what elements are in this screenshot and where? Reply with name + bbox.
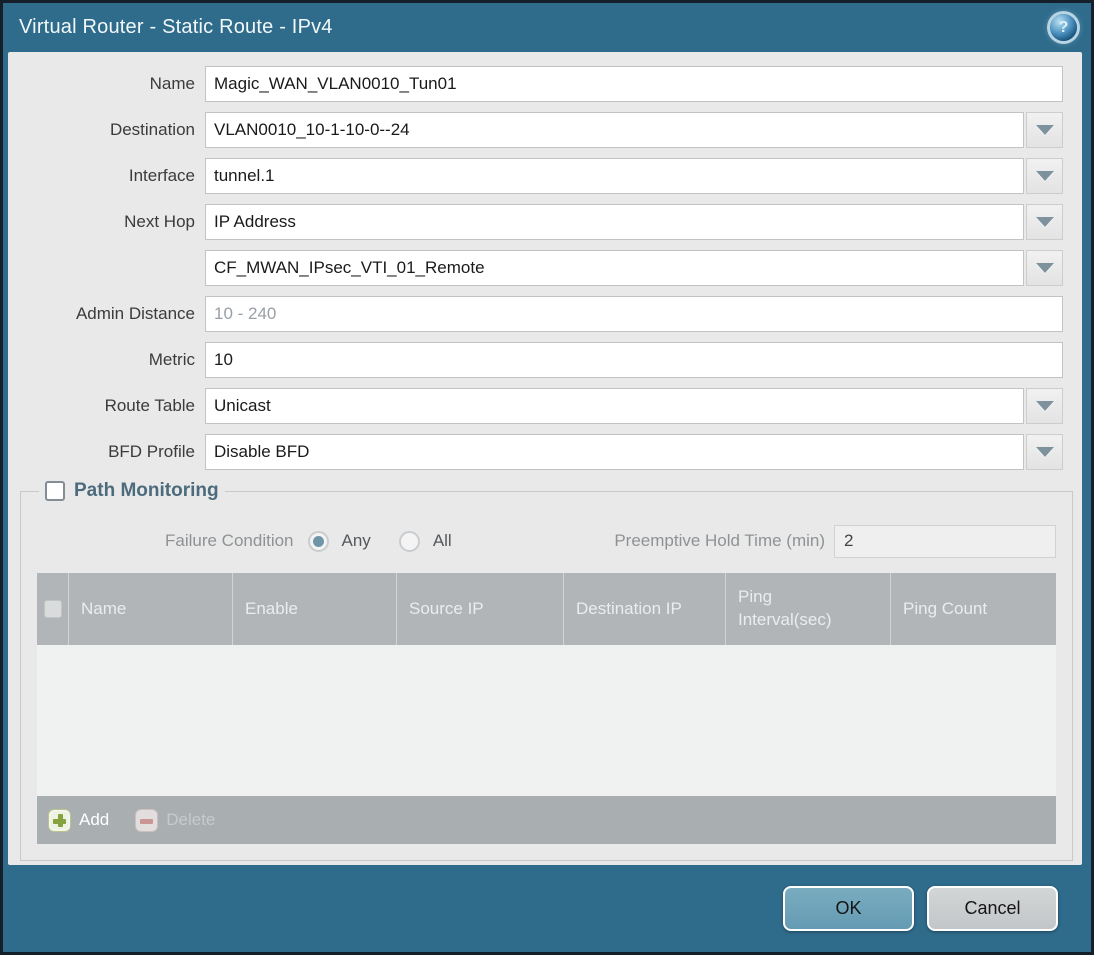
help-icon[interactable]: ? bbox=[1050, 14, 1077, 41]
interface-input[interactable] bbox=[205, 158, 1024, 194]
dialog-title: Virtual Router - Static Route - IPv4 bbox=[19, 16, 333, 38]
failure-condition-any-radio[interactable]: Any bbox=[307, 530, 371, 552]
chevron-down-icon bbox=[1035, 401, 1054, 411]
preemptive-hold-time-input[interactable] bbox=[834, 524, 1056, 558]
preemptive-hold-time: Preemptive Hold Time (min) bbox=[614, 524, 1056, 558]
next-hop-address-row bbox=[8, 250, 1082, 286]
failure-condition-row: Failure Condition Any All Preemptive Hol… bbox=[37, 524, 1056, 558]
add-button[interactable]: Add bbox=[48, 808, 110, 832]
minus-icon bbox=[135, 808, 159, 832]
route-table-dropdown-button[interactable] bbox=[1026, 388, 1063, 424]
column-header-enable: Enable bbox=[233, 573, 397, 645]
next-hop-address-input[interactable] bbox=[205, 250, 1024, 286]
metric-input[interactable] bbox=[205, 342, 1063, 378]
next-hop-type-input[interactable] bbox=[205, 204, 1024, 240]
dialog-content: Name Destination Interface bbox=[8, 52, 1082, 865]
path-monitoring-title: Path Monitoring bbox=[74, 480, 219, 501]
delete-button-label: Delete bbox=[166, 810, 216, 829]
route-table-input[interactable] bbox=[205, 388, 1024, 424]
static-route-dialog: Virtual Router - Static Route - IPv4 ? N… bbox=[0, 0, 1094, 955]
radio-button-icon bbox=[398, 530, 420, 552]
select-all-checkbox-cell bbox=[37, 573, 69, 645]
bfd-profile-dropdown-button[interactable] bbox=[1026, 434, 1063, 470]
destination-row: Destination bbox=[8, 112, 1082, 148]
bfd-profile-label: BFD Profile bbox=[108, 442, 195, 461]
table-header-row: Name Enable Source IP Destination IP Pin… bbox=[37, 573, 1056, 645]
table-toolbar: Add Delete bbox=[37, 796, 1056, 844]
failure-condition-any-label: Any bbox=[341, 531, 371, 550]
name-row: Name bbox=[8, 66, 1082, 102]
admin-distance-row: Admin Distance bbox=[8, 296, 1082, 332]
plus-icon bbox=[48, 808, 71, 832]
bfd-profile-row: BFD Profile bbox=[8, 434, 1082, 470]
admin-distance-input[interactable] bbox=[205, 296, 1063, 332]
next-hop-address-dropdown-button[interactable] bbox=[1026, 250, 1063, 286]
column-header-ping-count: Ping Count bbox=[903, 599, 988, 618]
radio-button-icon bbox=[307, 530, 329, 552]
column-header-destination-ip: Destination IP bbox=[564, 573, 726, 645]
chevron-down-icon bbox=[1035, 125, 1054, 135]
interface-row: Interface bbox=[8, 158, 1082, 194]
destination-label: Destination bbox=[109, 120, 195, 139]
next-hop-label: Next Hop bbox=[124, 212, 195, 231]
path-monitoring-legend: Path Monitoring bbox=[39, 480, 225, 502]
failure-condition-all-label: All bbox=[432, 531, 452, 550]
bfd-profile-input[interactable] bbox=[205, 434, 1024, 470]
next-hop-type-dropdown-button[interactable] bbox=[1026, 204, 1063, 240]
dialog-titlebar: Virtual Router - Static Route - IPv4 ? bbox=[3, 3, 1091, 52]
chevron-down-icon bbox=[1035, 171, 1054, 181]
path-monitoring-table: Name Enable Source IP Destination IP Pin… bbox=[37, 573, 1056, 844]
chevron-down-icon bbox=[1035, 263, 1054, 273]
table-body-empty bbox=[37, 645, 1056, 796]
name-label: Name bbox=[149, 74, 195, 93]
delete-button[interactable]: Delete bbox=[135, 808, 216, 832]
cancel-button[interactable]: Cancel bbox=[927, 886, 1058, 931]
destination-input[interactable] bbox=[205, 112, 1024, 148]
select-all-checkbox[interactable] bbox=[43, 600, 62, 618]
column-header-name: Name bbox=[69, 573, 233, 645]
name-input[interactable] bbox=[205, 66, 1063, 102]
chevron-down-icon bbox=[1035, 217, 1054, 227]
interface-label: Interface bbox=[128, 166, 195, 185]
destination-dropdown-button[interactable] bbox=[1026, 112, 1063, 148]
route-table-label: Route Table bbox=[104, 396, 195, 415]
next-hop-row: Next Hop bbox=[8, 204, 1082, 240]
route-table-row: Route Table bbox=[8, 388, 1082, 424]
metric-label: Metric bbox=[148, 350, 195, 369]
path-monitoring-checkbox[interactable] bbox=[45, 481, 65, 501]
dialog-footer: OK Cancel bbox=[3, 865, 1091, 952]
preemptive-hold-time-label: Preemptive Hold Time (min) bbox=[614, 531, 825, 550]
metric-row: Metric bbox=[8, 342, 1082, 378]
ok-button[interactable]: OK bbox=[783, 886, 914, 931]
admin-distance-label: Admin Distance bbox=[75, 304, 195, 323]
path-monitoring-group: Path Monitoring Failure Condition Any Al… bbox=[20, 480, 1073, 861]
chevron-down-icon bbox=[1035, 447, 1054, 457]
interface-dropdown-button[interactable] bbox=[1026, 158, 1063, 194]
column-header-ping-interval: Ping Interval(sec) bbox=[726, 573, 891, 645]
failure-condition-label: Failure Condition bbox=[165, 531, 294, 550]
column-header-source-ip: Source IP bbox=[397, 573, 564, 645]
failure-condition-all-radio[interactable]: All bbox=[398, 530, 452, 552]
add-button-label: Add bbox=[79, 810, 110, 829]
